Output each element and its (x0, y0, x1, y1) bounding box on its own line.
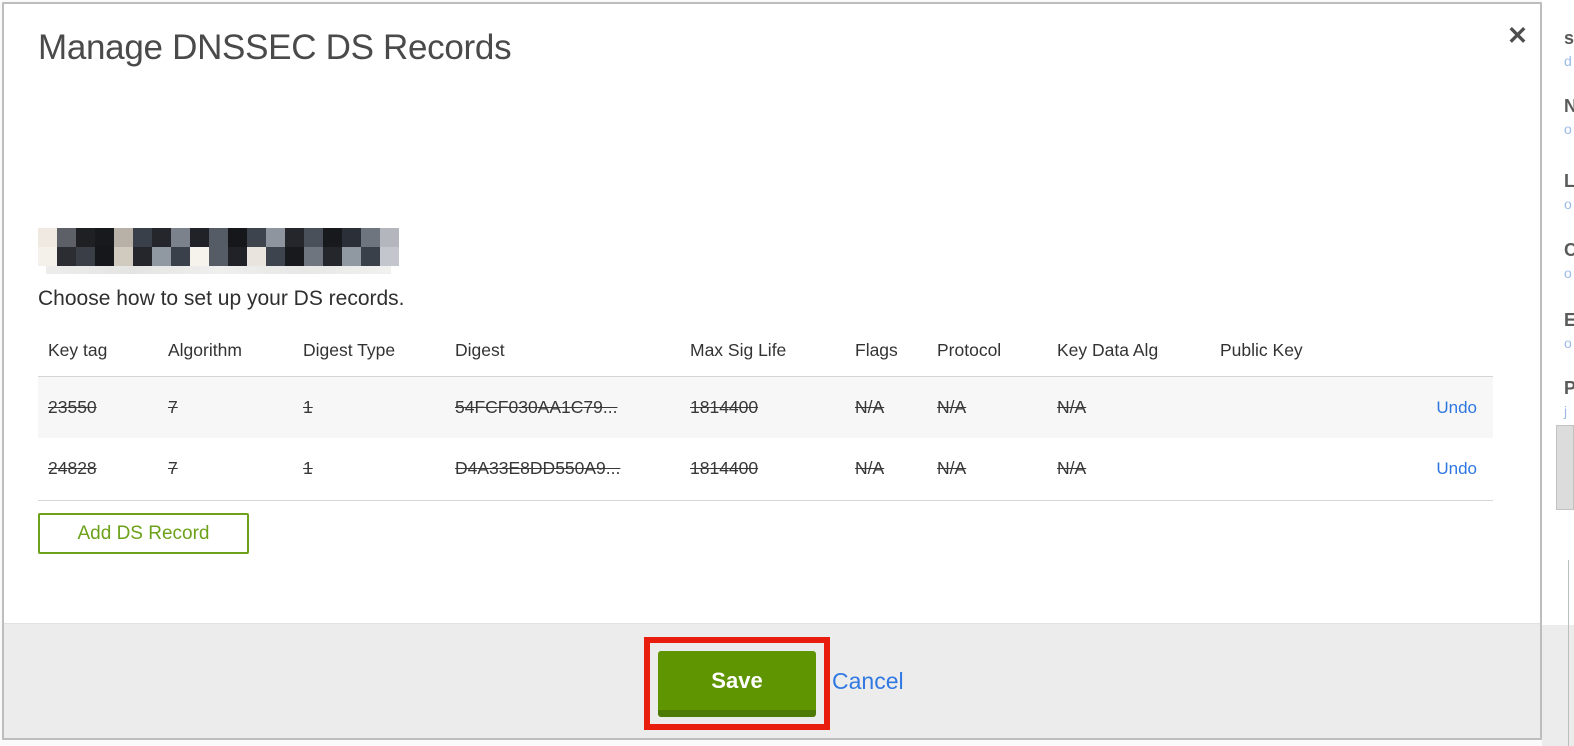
cell-max-sig-life: 1814400 (690, 396, 759, 417)
manage-dnssec-dialog: Manage DNSSEC DS Records ✕ Choose how to… (2, 2, 1542, 740)
cell-key-data-alg: N/A (1057, 396, 1087, 417)
ds-records-table: Key tag Algorithm Digest Type Digest Max… (38, 330, 1493, 501)
background-link-fragment: o (1564, 335, 1572, 351)
background-link-fragment: o (1564, 265, 1572, 281)
table-row: 23550 7 1 54FCF030AA1C79... 1814400 N/A … (38, 376, 1493, 438)
table-header-row: Key tag Algorithm Digest Type Digest Max… (38, 330, 1493, 377)
background-border-line (1568, 560, 1569, 746)
background-text-fragment: C (1564, 240, 1574, 260)
col-header-algorithm: Algorithm (158, 330, 293, 377)
cell-public-key (1210, 438, 1360, 500)
cell-key-tag: 24828 (48, 458, 97, 479)
col-header-digest: Digest (445, 330, 680, 377)
cell-protocol: N/A (937, 396, 967, 417)
col-header-protocol: Protocol (927, 330, 1047, 377)
dialog-footer: Save Cancel (4, 623, 1540, 738)
cancel-link[interactable]: Cancel (832, 668, 904, 695)
background-link-fragment: j (1564, 403, 1568, 419)
cell-algorithm: 7 (168, 396, 178, 417)
background-link-fragment: d (1564, 53, 1572, 69)
cell-digest: D4A33E8DD550A9... (455, 458, 621, 479)
background-element-fragment (1556, 425, 1574, 510)
background-text-fragment: P (1564, 378, 1574, 398)
col-header-public-key: Public Key (1210, 330, 1360, 377)
cell-digest-type: 1 (303, 396, 313, 417)
background-text-fragment: E (1564, 310, 1574, 330)
background-gray-section (1542, 625, 1574, 746)
background-page-sliver: s d N o L o C o E o P j (1542, 0, 1574, 746)
cell-flags: N/A (855, 458, 885, 479)
cell-max-sig-life: 1814400 (690, 458, 759, 479)
cell-public-key (1210, 376, 1360, 438)
table-row: 24828 7 1 D4A33E8DD550A9... 1814400 N/A … (38, 438, 1493, 500)
instruction-text: Choose how to set up your DS records. (38, 287, 405, 310)
background-text-fragment: N (1564, 96, 1574, 116)
cell-protocol: N/A (937, 458, 967, 479)
undo-link[interactable]: Undo (1436, 459, 1477, 478)
cell-flags: N/A (855, 396, 885, 417)
background-text-fragment: s (1564, 28, 1574, 48)
col-header-actions (1360, 330, 1493, 377)
page-title: Manage DNSSEC DS Records (38, 28, 512, 67)
cell-actions: Undo (1360, 438, 1493, 500)
add-ds-record-button[interactable]: Add DS Record (38, 513, 249, 554)
cell-actions: Undo (1360, 376, 1493, 438)
cell-key-tag: 23550 (48, 396, 97, 417)
cell-algorithm: 7 (168, 458, 178, 479)
col-header-max-sig-life: Max Sig Life (680, 330, 845, 377)
cell-digest: 54FCF030AA1C79... (455, 396, 618, 417)
background-text-fragment: L (1564, 171, 1574, 191)
col-header-key-tag: Key tag (38, 330, 158, 377)
save-button[interactable]: Save (658, 651, 816, 717)
background-link-fragment: o (1564, 196, 1572, 212)
col-header-digest-type: Digest Type (293, 330, 445, 377)
cell-digest-type: 1 (303, 458, 313, 479)
cell-key-data-alg: N/A (1057, 458, 1087, 479)
col-header-key-data-alg: Key Data Alg (1047, 330, 1210, 377)
close-icon[interactable]: ✕ (1507, 24, 1528, 49)
col-header-flags: Flags (845, 330, 927, 377)
background-link-fragment: o (1564, 121, 1572, 137)
redacted-domain-name (38, 228, 399, 274)
undo-link[interactable]: Undo (1436, 398, 1477, 417)
